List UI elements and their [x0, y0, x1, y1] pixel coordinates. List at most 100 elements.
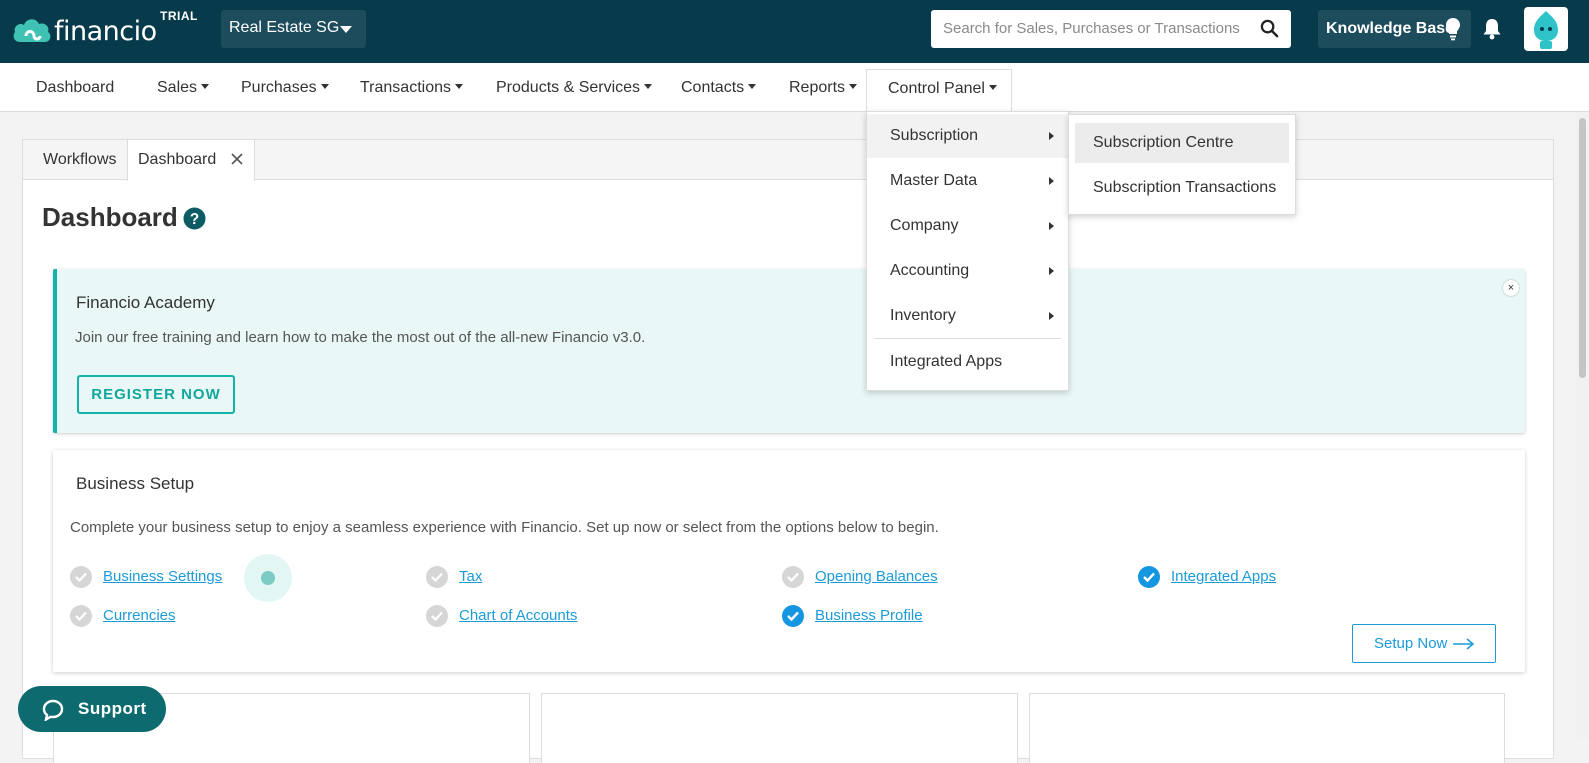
nav-control-panel[interactable]: Control Panel	[866, 69, 1012, 113]
tab-workflows[interactable]: Workflows	[33, 140, 127, 180]
search-input[interactable]	[941, 10, 1251, 46]
knowledge-base-label: Knowledge Base	[1326, 20, 1455, 37]
setup-link-tax[interactable]: Tax	[459, 568, 482, 585]
top-header: financio TRIAL Real Estate SG Knowledge …	[0, 0, 1589, 63]
search-icon[interactable]	[1260, 19, 1279, 38]
financio-logo[interactable]: financio	[12, 12, 162, 48]
caret-down-icon	[320, 84, 329, 90]
nav-label: Products & Services	[496, 79, 641, 96]
caret-down-icon	[849, 84, 858, 90]
tab-label: Dashboard	[138, 151, 217, 168]
check-icon	[70, 605, 92, 627]
menu-item-integrated-apps[interactable]: Integrated Apps	[867, 340, 1068, 384]
setup-link-chart-of-accounts[interactable]: Chart of Accounts	[459, 607, 577, 624]
nav-label: Purchases	[241, 79, 317, 96]
nav-reports[interactable]: Reports	[789, 63, 858, 112]
menu-item-master-data[interactable]: Master Data	[867, 159, 1068, 203]
check-done-icon	[782, 605, 804, 627]
nav-dashboard[interactable]: Dashboard	[36, 63, 114, 112]
bell-icon[interactable]	[1482, 18, 1502, 40]
page-title: Dashboard	[42, 202, 178, 232]
nav-purchases[interactable]: Purchases	[241, 63, 329, 112]
chat-bubble-icon	[42, 699, 64, 721]
menu-item-label: Master Data	[890, 172, 978, 189]
menu-item-label: Company	[890, 217, 959, 234]
setup-title: Business Setup	[76, 474, 195, 493]
help-icon[interactable]: ?	[183, 207, 206, 230]
setup-link-currencies[interactable]: Currencies	[103, 607, 176, 624]
nav-sales[interactable]: Sales	[157, 63, 210, 112]
academy-banner: Financio Academy Join our free training …	[53, 269, 1525, 433]
check-icon	[426, 566, 448, 588]
menu-item-label: Accounting	[890, 262, 970, 279]
subscription-submenu: Subscription Centre Subscription Transac…	[1068, 114, 1296, 215]
caret-right-icon	[1049, 267, 1054, 275]
caret-down-icon	[455, 84, 463, 90]
setup-link-business-settings[interactable]: Business Settings	[103, 568, 222, 585]
menu-item-label: Integrated Apps	[890, 353, 1003, 370]
register-now-button[interactable]: REGISTER NOW	[77, 375, 235, 414]
submenu-item-subscription-centre[interactable]: Subscription Centre	[1075, 123, 1289, 163]
caret-down-icon	[201, 84, 210, 90]
menu-item-subscription[interactable]: Subscription	[867, 114, 1068, 158]
content-panel: Workflows Dashboard Dashboard ? Financio…	[22, 139, 1554, 763]
company-selector[interactable]: Real Estate SG	[221, 10, 366, 48]
menu-item-label: Inventory	[890, 307, 956, 324]
menu-item-accounting[interactable]: Accounting	[867, 249, 1068, 293]
check-icon	[70, 566, 92, 588]
dashboard-widget-card	[1029, 693, 1505, 763]
menu-item-company[interactable]: Company	[867, 204, 1068, 248]
mascot-avatar-icon	[1534, 11, 1558, 49]
nav-label: Sales	[157, 79, 198, 96]
nav-products-services[interactable]: Products & Services	[496, 63, 653, 112]
caret-right-icon	[1049, 312, 1054, 320]
setup-now-label: Setup Now	[1374, 635, 1448, 652]
setup-link-opening-balances[interactable]: Opening Balances	[815, 568, 938, 585]
close-icon[interactable]	[230, 152, 244, 166]
business-setup-card: Business Setup Complete your business se…	[53, 450, 1525, 672]
menu-item-label: Subscription	[890, 127, 979, 144]
tab-bar: Workflows Dashboard	[23, 140, 1553, 181]
check-done-icon	[1138, 566, 1160, 588]
support-button[interactable]: Support	[18, 686, 166, 732]
academy-description: Join our free training and learn how to …	[75, 329, 646, 346]
menu-item-inventory[interactable]: Inventory	[867, 294, 1068, 338]
nav-label: Transactions	[360, 79, 451, 96]
company-name: Real Estate SG	[229, 19, 340, 36]
nav-label: Control Panel	[888, 80, 985, 97]
caret-right-icon	[1049, 222, 1054, 230]
tab-dashboard[interactable]: Dashboard	[127, 140, 255, 181]
chevron-down-icon	[340, 26, 352, 33]
nav-label: Contacts	[681, 79, 745, 96]
page-scrollbar[interactable]	[1576, 112, 1589, 738]
caret-right-icon	[1049, 132, 1054, 140]
setup-now-button[interactable]: Setup Now	[1352, 624, 1496, 663]
caret-down-icon	[644, 84, 653, 90]
scrollbar-thumb[interactable]	[1579, 118, 1586, 378]
lightbulb-icon	[1446, 18, 1460, 41]
caret-down-icon	[988, 85, 997, 91]
dashboard-widget-card	[541, 693, 1018, 763]
nav-contacts[interactable]: Contacts	[681, 63, 757, 112]
nav-label: Reports	[789, 79, 846, 96]
trial-badge: TRIAL	[160, 9, 198, 23]
check-icon	[426, 605, 448, 627]
arrow-right-icon	[1453, 638, 1475, 650]
cursor-dot	[261, 571, 275, 585]
support-label: Support	[78, 699, 147, 718]
logo-text: financio	[54, 16, 157, 47]
caret-right-icon	[1049, 177, 1054, 185]
submenu-item-subscription-transactions[interactable]: Subscription Transactions	[1075, 168, 1289, 208]
check-icon	[782, 566, 804, 588]
setup-link-integrated-apps[interactable]: Integrated Apps	[1171, 568, 1276, 585]
knowledge-base-button[interactable]: Knowledge Base	[1318, 10, 1471, 48]
user-avatar[interactable]	[1524, 7, 1568, 51]
main-nav: Dashboard Sales Purchases Transactions P…	[0, 63, 1589, 113]
setup-link-business-profile[interactable]: Business Profile	[815, 607, 923, 624]
menu-divider	[874, 338, 1061, 339]
close-banner-button[interactable]: ×	[1503, 280, 1519, 296]
tab-label: Workflows	[43, 151, 117, 168]
nav-transactions[interactable]: Transactions	[360, 63, 463, 112]
academy-title: Financio Academy	[76, 293, 215, 312]
control-panel-menu: Subscription Master Data Company Account…	[866, 111, 1069, 391]
